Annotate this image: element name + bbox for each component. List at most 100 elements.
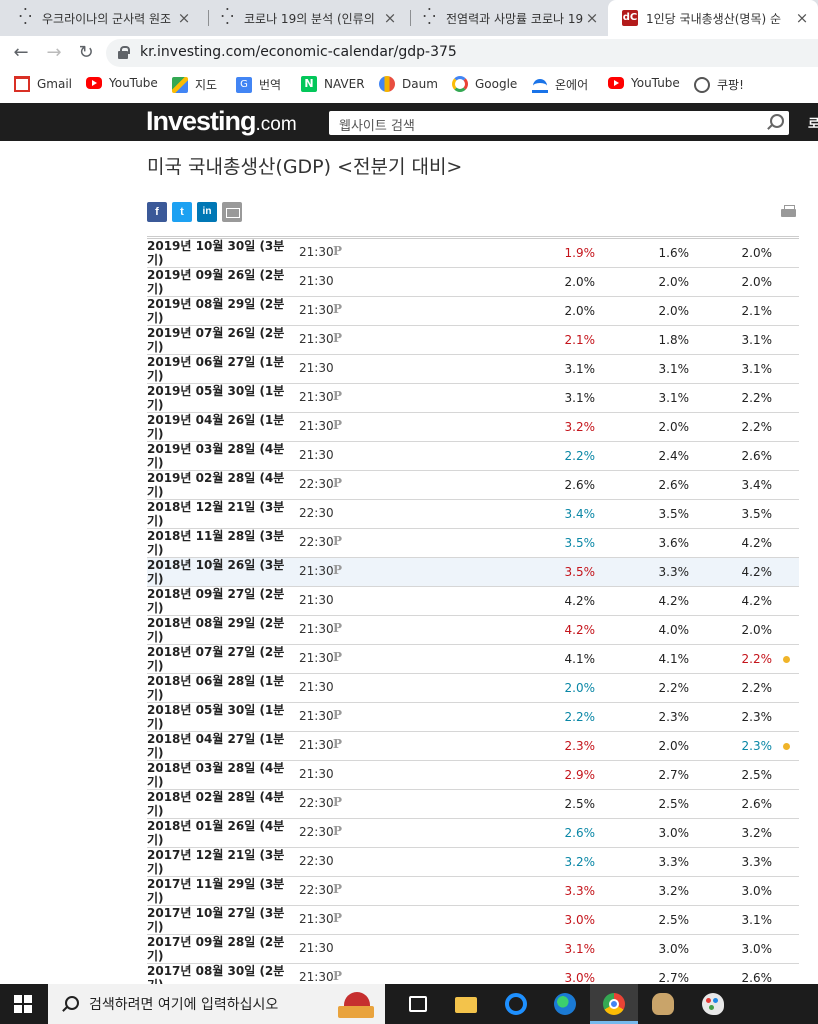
bookmark-google[interactable]: Google — [452, 76, 517, 92]
browser-tab[interactable]: 전염력과 사망률 코로나 19 × — [404, 0, 610, 36]
youtube-icon — [86, 77, 102, 89]
forecast-value: 2.7% — [658, 768, 690, 782]
internet-explorer-icon[interactable] — [492, 984, 540, 1024]
linkedin-share-icon[interactable]: in — [197, 202, 217, 222]
site-favicon-icon — [220, 7, 236, 26]
preliminary-marker-icon: P — [333, 563, 343, 577]
bookmark-gmail[interactable]: Gmail — [14, 76, 72, 92]
bookmark-coupang[interactable]: 쿠팡! — [694, 76, 744, 93]
file-explorer-icon[interactable] — [442, 984, 490, 1024]
previous-value: 2.2% — [741, 420, 773, 434]
facebook-share-icon[interactable]: f — [147, 202, 167, 222]
release-time: 21:30 — [299, 941, 334, 955]
actual-value: 2.9% — [564, 768, 596, 782]
previous-value: 2.3% — [741, 710, 773, 724]
print-icon[interactable] — [781, 205, 796, 218]
previous-value: 2.6% — [741, 449, 773, 463]
release-date: 2017년 11월 29일 (3분기) — [147, 877, 285, 905]
release-date: 2019년 02월 28일 (4분기) — [147, 471, 285, 499]
paint-icon[interactable] — [689, 984, 737, 1024]
owl-app-icon[interactable] — [639, 984, 687, 1024]
close-tab-icon[interactable]: × — [794, 10, 810, 26]
forecast-value: 2.0% — [658, 275, 690, 289]
site-search-input[interactable]: 웹사이트 검색 — [329, 111, 789, 135]
preliminary-marker-icon: P — [333, 389, 343, 403]
release-time: 21:30 — [299, 593, 334, 607]
release-date: 2018년 08월 29일 (2분기) — [147, 616, 285, 644]
revised-dot-icon — [783, 743, 790, 750]
site-favicon-icon — [18, 7, 34, 26]
email-share-icon[interactable] — [222, 202, 242, 222]
previous-value: 3.1% — [741, 362, 773, 376]
browser-tab-active[interactable]: dC 1인당 국내총생산(명목) 순 × — [608, 0, 818, 36]
chrome-icon[interactable] — [590, 984, 638, 1024]
task-view-icon[interactable] — [394, 984, 442, 1024]
table-row: 2018년 08월 29일 (2분기) 21:30 P 4.2% 4.0% 2.… — [147, 616, 799, 645]
preliminary-marker-icon: P — [333, 650, 343, 664]
forecast-value: 2.0% — [658, 304, 690, 318]
previous-value: 3.1% — [741, 333, 773, 347]
reload-icon[interactable]: ↻ — [73, 40, 99, 66]
bookmark-maps[interactable]: 지도 — [172, 76, 217, 93]
forecast-value: 2.0% — [658, 420, 690, 434]
browser-tab[interactable]: 우크라이나의 군사력 원조 × — [0, 0, 202, 36]
release-date: 2019년 08월 29일 (2분기) — [147, 297, 285, 325]
release-time: 21:30 — [299, 303, 334, 317]
table-row: 2019년 05월 30일 (1분기) 21:30 P 3.1% 3.1% 2.… — [147, 384, 799, 413]
browser-tab[interactable]: 코로나 19의 분석 (인류의 × — [202, 0, 408, 36]
table-row: 2018년 10월 26일 (3분기) 21:30 P 3.5% 3.3% 4.… — [147, 558, 799, 587]
table-row: 2018년 05월 30일 (1분기) 21:30 P 2.2% 2.3% 2.… — [147, 703, 799, 732]
bookmark-translate[interactable]: G 번역 — [236, 76, 281, 93]
header-menu-text[interactable]: 로 — [808, 113, 818, 132]
windows-start-icon[interactable] — [14, 995, 32, 1013]
close-tab-icon[interactable]: × — [382, 10, 398, 26]
address-bar: ← → ↻ kr.investing.com/economic-calendar… — [0, 36, 818, 70]
bookmark-label: 지도 — [195, 78, 218, 92]
forecast-value: 4.0% — [658, 623, 690, 637]
bookmark-daum[interactable]: Daum — [379, 76, 438, 92]
taskbar: 검색하려면 여기에 입력하십시오 — [0, 984, 818, 1024]
previous-value: 2.2% — [741, 681, 773, 695]
twitter-share-icon[interactable]: t — [172, 202, 192, 222]
forecast-value: 3.1% — [658, 362, 690, 376]
release-date: 2017년 09월 28일 (2분기) — [147, 935, 285, 963]
bookmark-youtube[interactable]: YouTube — [86, 76, 158, 90]
table-row: 2017년 08월 30일 (2분기) 21:30 P 3.0% 2.7% 2.… — [147, 964, 799, 984]
translate-icon: G — [236, 76, 252, 93]
investing-logo[interactable]: Investing.com — [146, 106, 297, 137]
actual-value: 2.0% — [564, 275, 596, 289]
release-date: 2019년 04월 26일 (1분기) — [147, 413, 285, 441]
release-date: 2019년 10월 30일 (3분기) — [147, 239, 285, 267]
actual-value: 4.2% — [564, 594, 596, 608]
dc-favicon-icon: dC — [622, 10, 638, 26]
youtube-icon — [608, 77, 624, 89]
release-date: 2017년 12월 21일 (3분기) — [147, 848, 285, 876]
previous-value: 3.1% — [741, 913, 773, 927]
back-arrow-icon[interactable]: ← — [8, 40, 34, 66]
url-field[interactable]: kr.investing.com/economic-calendar/gdp-3… — [106, 39, 818, 67]
release-date: 2018년 05월 30일 (1분기) — [147, 703, 285, 731]
previous-value: 2.0% — [741, 623, 773, 637]
release-time: 22:30 — [299, 796, 334, 810]
bookmark-naver[interactable]: N NAVER — [301, 76, 365, 92]
bookmark-onair[interactable]: 온에어 — [532, 76, 588, 93]
actual-value: 3.1% — [564, 362, 596, 376]
naver-icon: N — [301, 76, 317, 92]
lock-icon[interactable] — [118, 46, 130, 59]
gmail-icon — [14, 76, 30, 92]
taskbar-search-input[interactable]: 검색하려면 여기에 입력하십시오 — [48, 984, 385, 1024]
search-icon[interactable] — [766, 114, 784, 131]
previous-value: 2.0% — [741, 246, 773, 260]
release-time: 22:30 — [299, 825, 334, 839]
close-tab-icon[interactable]: × — [584, 10, 600, 26]
actual-value: 3.2% — [564, 855, 596, 869]
forward-arrow-icon[interactable]: → — [41, 40, 67, 66]
actual-value: 3.1% — [564, 942, 596, 956]
release-time: 21:30 — [299, 970, 334, 984]
table-row: 2017년 10월 27일 (3분기) 21:30 P 3.0% 2.5% 3.… — [147, 906, 799, 935]
url-text[interactable]: kr.investing.com/economic-calendar/gdp-3… — [140, 44, 457, 60]
actual-value: 2.6% — [564, 826, 596, 840]
close-tab-icon[interactable]: × — [176, 10, 192, 26]
bookmark-youtube-2[interactable]: YouTube — [608, 76, 680, 90]
edge-icon[interactable] — [541, 984, 589, 1024]
